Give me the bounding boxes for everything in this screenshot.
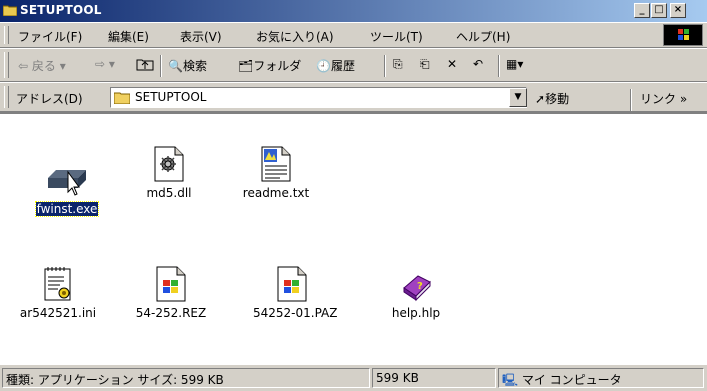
generic-file-icon <box>277 266 307 302</box>
toolbar-grip[interactable] <box>4 52 9 78</box>
folder-icon <box>114 92 130 104</box>
standard-toolbar: ⇦ 戻る ▾ ⇨ ▾ 🔍検索 🗂フォルダ 🕘履歴 ⎘ ⎗ ✕ ↶ ▦▾ <box>0 48 707 82</box>
dll-file-icon <box>154 146 184 182</box>
move-to-button[interactable]: ⎘ <box>393 57 403 72</box>
toolbar-separator <box>160 55 162 77</box>
file-item-fwinst[interactable]: fwinst.exe <box>27 166 107 217</box>
my-computer-icon: 🖳 <box>502 373 519 387</box>
text-file-icon <box>261 146 291 182</box>
copy-to-icon: ⎗ <box>420 57 430 71</box>
status-type-panel: 種類: アプリケーション サイズ: 599 KB <box>2 368 370 388</box>
generic-file-icon <box>156 266 186 302</box>
address-bar: アドレス(D) SETUPTOOL ▼ ➚移動 リンク » <box>0 82 707 112</box>
zone-label: マイ コンピュータ <box>521 373 622 387</box>
links-button[interactable]: リンク » <box>640 90 687 107</box>
menu-grip[interactable] <box>4 26 9 44</box>
menu-file[interactable]: ファイル(F) <box>18 28 82 45</box>
file-name: 54252-01.PAZ <box>253 306 338 320</box>
title-bar[interactable]: SETUPTOOL _ □ × <box>0 0 707 22</box>
forward-button[interactable]: ⇨ ▾ <box>95 57 115 71</box>
file-name: readme.txt <box>242 186 310 200</box>
ini-file-icon <box>44 267 71 301</box>
undo-button[interactable]: ↶ <box>473 57 483 71</box>
go-label: 移動 <box>545 92 570 106</box>
file-name: 54-252.REZ <box>135 306 207 320</box>
chevron-down-icon: ▾ <box>108 57 115 71</box>
svg-text:?: ? <box>417 281 423 292</box>
address-dropdown-button[interactable]: ▼ <box>509 88 527 107</box>
status-bar: 種類: アプリケーション サイズ: 599 KB 599 KB 🖳 マイ コンピ… <box>0 365 707 391</box>
address-grip[interactable] <box>4 86 9 108</box>
help-book-icon: ? <box>403 275 431 302</box>
menu-favorites[interactable]: お気に入り(A) <box>256 28 334 45</box>
menu-tools[interactable]: ツール(T) <box>370 28 423 45</box>
file-name: ar542521.ini <box>19 306 97 320</box>
folders-label: フォルダ <box>253 59 302 73</box>
address-label: アドレス(D) <box>16 92 83 106</box>
maximize-button[interactable]: □ <box>651 3 667 18</box>
file-item-ar542521[interactable]: ar542521.ini <box>18 266 98 320</box>
up-folder-button[interactable] <box>136 57 154 74</box>
status-size-panel: 599 KB <box>372 368 496 388</box>
chevron-down-icon: ▾ <box>517 57 524 71</box>
toolbar-separator <box>630 89 632 111</box>
file-item-md5[interactable]: md5.dll <box>129 146 209 200</box>
windows-logo-icon <box>663 24 703 46</box>
file-name: md5.dll <box>146 186 192 200</box>
chevron-down-icon: ▾ <box>59 59 66 73</box>
delete-button[interactable]: ✕ <box>447 57 457 71</box>
file-item-help[interactable]: ? help.hlp <box>376 270 456 320</box>
window-title: SETUPTOOL <box>20 3 102 17</box>
menu-bar: ファイル(F) 編集(E) 表示(V) お気に入り(A) ツール(T) ヘルプ(… <box>0 22 707 48</box>
address-input[interactable]: SETUPTOOL ▼ <box>110 87 527 108</box>
minimize-button[interactable]: _ <box>634 3 650 18</box>
history-icon: 🕘 <box>316 59 331 73</box>
folders-icon: 🗂 <box>238 59 254 73</box>
toolbar-separator <box>384 55 386 77</box>
go-arrow-icon: ➚ <box>535 92 546 106</box>
file-name: help.hlp <box>391 306 441 320</box>
file-item-54252-01-paz[interactable]: 54252-01.PAZ <box>252 266 338 320</box>
search-icon: 🔍 <box>168 59 183 73</box>
back-label: 戻る <box>31 59 56 73</box>
views-icon: ▦ <box>506 57 518 71</box>
folders-button[interactable]: 🗂フォルダ <box>238 57 301 74</box>
history-button[interactable]: 🕘履歴 <box>316 57 355 74</box>
folder-icon <box>3 5 17 16</box>
views-button[interactable]: ▦▾ <box>506 57 523 71</box>
address-value: SETUPTOOL <box>135 90 207 104</box>
file-name: fwinst.exe <box>34 201 100 217</box>
forward-arrow-icon: ⇨ <box>95 57 106 71</box>
history-label: 履歴 <box>330 59 355 73</box>
status-zone-panel: 🖳 マイ コンピュータ <box>498 368 704 388</box>
go-button[interactable]: ➚移動 <box>535 90 569 107</box>
toolbar-separator <box>498 55 500 77</box>
up-folder-icon <box>136 59 154 71</box>
search-label: 検索 <box>182 59 207 73</box>
drive-icon <box>48 170 86 196</box>
delete-x-icon: ✕ <box>447 57 458 71</box>
search-button[interactable]: 🔍検索 <box>168 57 207 74</box>
close-button[interactable]: × <box>670 3 686 18</box>
file-list-view[interactable]: fwinst.exe md5.dll readme.txt ar542521.i… <box>0 112 707 365</box>
menu-help[interactable]: ヘルプ(H) <box>456 28 510 45</box>
undo-icon: ↶ <box>473 57 484 71</box>
file-item-54-252-rez[interactable]: 54-252.REZ <box>131 266 211 320</box>
chevron-down-icon: ▼ <box>514 92 522 102</box>
menu-view[interactable]: 表示(V) <box>180 28 222 45</box>
file-item-readme[interactable]: readme.txt <box>236 146 316 200</box>
copy-to-button[interactable]: ⎗ <box>420 57 430 72</box>
menu-edit[interactable]: 編集(E) <box>108 28 149 45</box>
back-button[interactable]: ⇦ 戻る ▾ <box>18 57 66 74</box>
back-arrow-icon: ⇦ <box>18 59 29 73</box>
move-to-icon: ⎘ <box>393 57 403 71</box>
